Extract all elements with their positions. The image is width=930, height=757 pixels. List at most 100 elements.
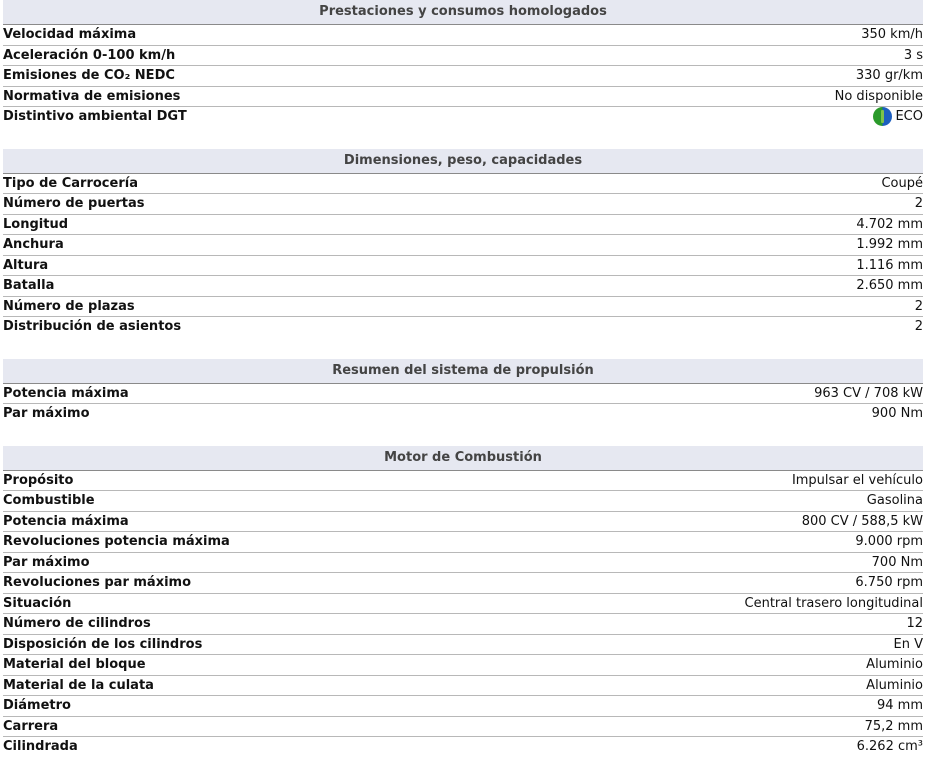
spec-row-batalla: Batalla 2.650 mm [3,276,923,297]
section-header: Dimensiones, peso, capacidades [3,148,923,174]
spec-value: 75,2 mm [864,718,923,734]
spec-label: Propósito [3,472,74,488]
spec-label: Potencia máxima [3,513,129,529]
spec-value: 330 gr/km [855,68,923,84]
spec-label: Normativa de emisiones [3,88,181,104]
spec-row-altura: Altura 1.116 mm [3,256,923,276]
spec-label: Material de la culata [3,677,154,693]
spec-value: En V [893,636,923,652]
spec-row-par-maximo: Par máximo 900 Nm [3,404,923,424]
spec-row-diametro: Diámetro 94 mm [3,696,923,717]
spec-value: Coupé [881,175,923,191]
spec-value: 2 [914,196,923,212]
spec-row-emisiones-de-co-nedc: Emisiones de CO₂ NEDC 330 gr/km [3,66,923,87]
spec-label: Distintivo ambiental DGT [3,109,187,125]
spec-row-longitud: Longitud 4.702 mm [3,215,923,235]
section-prestaciones-y-consumos-homologados: Prestaciones y consumos homologados Veloc… [3,0,923,127]
spec-row-distintivo-ambiental-dgt: Distintivo ambiental DGT ECO [3,107,923,127]
section-resumen-del-sistema-de-propulsion: Resumen del sistema de propulsión Potenci… [3,358,923,424]
spec-label: Situación [3,595,72,611]
spec-row-numero-de-cilindros: Número de cilindros 12 [3,614,923,635]
spec-row-normativa-de-emisiones: Normativa de emisiones No disponible [3,87,923,107]
spec-row-disposicion-de-los-cilindros: Disposición de los cilindros En V [3,635,923,655]
spec-value: No disponible [834,88,923,104]
spec-row-cilindrada: Cilindrada 6.262 cm³ [3,737,923,757]
spec-row-revoluciones-par-maximo: Revoluciones par máximo 6.750 rpm [3,573,923,594]
spec-value: 1.116 mm [856,257,923,273]
section-header: Prestaciones y consumos homologados [3,0,923,25]
spec-label: Longitud [3,216,69,232]
spec-label: Tipo de Carrocería [3,175,138,191]
spec-label: Potencia máxima [3,385,129,401]
spec-row-numero-de-puertas: Número de puertas 2 [3,194,923,215]
spec-label: Emisiones de CO₂ NEDC [3,68,175,84]
spec-label: Material del bloque [3,657,146,673]
spec-label: Diámetro [3,698,71,714]
spec-label: Disposición de los cilindros [3,636,203,652]
spec-label: Batalla [3,278,55,294]
spec-row-revoluciones-potencia-maxima: Revoluciones potencia máxima 9.000 rpm [3,532,923,553]
spec-row-numero-de-plazas: Número de plazas 2 [3,297,923,317]
spec-value-wrapper: ECO [873,107,923,127]
spec-row-carrera: Carrera 75,2 mm [3,717,923,737]
spec-row-material-de-la-culata: Material de la culata Aluminio [3,676,923,696]
spec-row-velocidad-maxima: Velocidad máxima 350 km/h [3,25,923,46]
spec-row-potencia-maxima: Potencia máxima 800 CV / 588,5 kW [3,512,923,532]
spec-label: Número de cilindros [3,616,151,632]
spec-label: Cilindrada [3,739,78,755]
spec-value: 700 Nm [871,554,923,570]
spec-value: 800 CV / 588,5 kW [801,513,923,529]
spec-value: Aluminio [866,677,923,693]
spec-value: 900 Nm [871,406,923,422]
spec-label: Número de plazas [3,298,135,314]
spec-value: 963 CV / 708 kW [814,385,923,401]
spec-row-material-del-bloque: Material del bloque Aluminio [3,655,923,676]
eco-badge-icon [873,107,893,127]
spec-row-distribucion-de-asientos: Distribución de asientos 2 [3,317,923,337]
spec-value: 350 km/h [861,27,923,43]
spec-label: Aceleración 0-100 km/h [3,47,176,63]
spec-value: Aluminio [866,657,923,673]
spec-label: Par máximo [3,406,90,422]
spec-row-tipo-de-carroceria: Tipo de Carrocería Coupé [3,174,923,194]
spec-label: Revoluciones par máximo [3,575,192,591]
spec-label: Distribución de asientos [3,319,182,335]
spec-value: 6.750 rpm [855,575,923,591]
spec-value: 2.650 mm [856,278,923,294]
spec-row-combustible: Combustible Gasolina [3,491,923,512]
spec-label: Número de puertas [3,196,145,212]
spec-label: Combustible [3,493,95,509]
spec-label: Carrera [3,718,59,734]
spec-label: Par máximo [3,554,90,570]
spec-row-proposito: Propósito Impulsar el vehículo [3,471,923,491]
spec-value: 2 [914,298,923,314]
spec-row-situacion: Situación Central trasero longitudinal [3,594,923,614]
section-dimensiones-peso-capacidades: Dimensiones, peso, capacidades Tipo de Ca… [3,148,923,337]
spec-value: 2 [914,319,923,335]
spec-row-anchura: Anchura 1.992 mm [3,235,923,256]
spec-value: 6.262 cm³ [856,739,923,755]
spec-value: Impulsar el vehículo [791,472,923,488]
spec-value: ECO [895,109,923,125]
spec-value: 9.000 rpm [855,534,923,550]
spec-label: Revoluciones potencia máxima [3,534,230,550]
spec-row-aceleracion-0-100-km-h: Aceleración 0-100 km/h 3 s [3,46,923,66]
spec-value: Central trasero longitudinal [744,595,923,611]
section-motor-de-combustion: Motor de Combustión Propósito Impulsar el … [3,445,923,757]
spec-label: Velocidad máxima [3,27,137,43]
spec-value: 1.992 mm [856,237,923,253]
spec-row-par-maximo: Par máximo 700 Nm [3,553,923,573]
spec-value: 12 [906,616,923,632]
spec-value: Gasolina [866,493,923,509]
spec-value: 3 s [903,47,923,63]
spec-label: Anchura [3,237,64,253]
spec-value: 94 mm [876,698,923,714]
section-header: Resumen del sistema de propulsión [3,358,923,384]
spec-sheet: Prestaciones y consumos homologados Veloc… [0,0,930,757]
spec-label: Altura [3,257,49,273]
spec-row-potencia-maxima: Potencia máxima 963 CV / 708 kW [3,384,923,404]
section-header: Motor de Combustión [3,445,923,471]
